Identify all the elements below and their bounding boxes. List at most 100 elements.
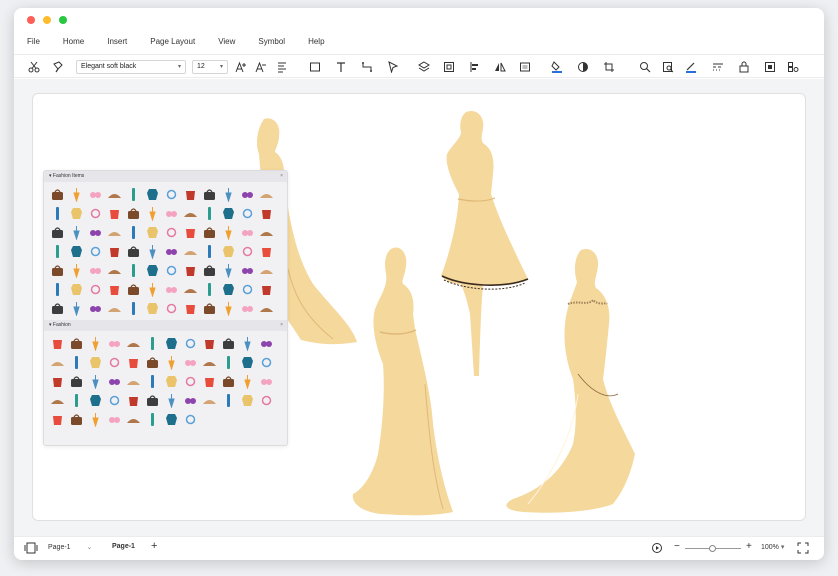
increase-font-icon[interactable]	[234, 60, 248, 74]
symbol-thumbnail[interactable]	[124, 242, 143, 261]
symbol-thumbnail[interactable]	[105, 372, 124, 391]
symbol-thumbnail[interactable]	[86, 334, 105, 353]
symbol-thumbnail[interactable]	[143, 299, 162, 318]
symbol-thumbnail[interactable]	[181, 242, 200, 261]
symbol-thumbnail[interactable]	[143, 353, 162, 372]
symbol-thumbnail[interactable]	[105, 261, 124, 280]
image-frame-icon[interactable]	[518, 60, 532, 74]
fullscreen-icon[interactable]	[797, 542, 809, 556]
symbol-thumbnail[interactable]	[67, 334, 86, 353]
symbol-thumbnail[interactable]	[200, 353, 219, 372]
symbol-thumbnail[interactable]	[219, 223, 238, 242]
symbol-thumbnail[interactable]	[200, 204, 219, 223]
symbol-thumbnail[interactable]	[124, 391, 143, 410]
symbol-thumbnail[interactable]	[124, 261, 143, 280]
close-icon[interactable]: ×	[280, 171, 283, 182]
panel-header-fashion[interactable]: ▾ Fashion ×	[44, 320, 287, 331]
symbol-thumbnail[interactable]	[181, 299, 200, 318]
symbol-thumbnail[interactable]	[86, 299, 105, 318]
symbol-thumbnail[interactable]	[86, 185, 105, 204]
symbol-thumbnail[interactable]	[219, 334, 238, 353]
menu-insert[interactable]: Insert	[107, 37, 127, 46]
add-page-button[interactable]: +	[151, 540, 157, 552]
group-icon[interactable]	[442, 60, 456, 74]
symbol-thumbnail[interactable]	[143, 242, 162, 261]
more-tools-icon[interactable]	[786, 60, 800, 74]
symbol-thumbnail[interactable]	[143, 372, 162, 391]
symbol-thumbnail[interactable]	[124, 353, 143, 372]
symbol-thumbnail[interactable]	[257, 223, 276, 242]
symbol-thumbnail[interactable]	[238, 299, 257, 318]
symbol-thumbnail[interactable]	[67, 410, 86, 429]
drawing-page[interactable]: ▾ Fashion Items × ▾ Fashion ×	[32, 93, 806, 521]
symbol-thumbnail[interactable]	[105, 223, 124, 242]
symbol-thumbnail[interactable]	[143, 223, 162, 242]
canvas-area[interactable]: ▾ Fashion Items × ▾ Fashion ×	[14, 79, 824, 536]
symbol-thumbnail[interactable]	[105, 204, 124, 223]
symbol-thumbnail[interactable]	[48, 185, 67, 204]
symbol-thumbnail[interactable]	[181, 261, 200, 280]
menu-file[interactable]: File	[27, 37, 40, 46]
symbol-thumbnail[interactable]	[162, 280, 181, 299]
zoom-level[interactable]: 100% ▾	[761, 543, 784, 551]
symbol-thumbnail[interactable]	[200, 280, 219, 299]
symbol-thumbnail[interactable]	[219, 185, 238, 204]
close-window-button[interactable]	[27, 16, 35, 24]
symbol-thumbnail[interactable]	[48, 353, 67, 372]
symbol-thumbnail[interactable]	[67, 261, 86, 280]
symbol-thumbnail[interactable]	[200, 299, 219, 318]
symbol-thumbnail[interactable]	[86, 410, 105, 429]
symbol-thumbnail[interactable]	[86, 372, 105, 391]
symbol-thumbnail[interactable]	[48, 223, 67, 242]
symbol-thumbnail[interactable]	[238, 261, 257, 280]
symbol-thumbnail[interactable]	[200, 391, 219, 410]
text-tool-icon[interactable]	[334, 60, 348, 74]
symbol-thumbnail[interactable]	[105, 242, 124, 261]
symbol-thumbnail[interactable]	[162, 410, 181, 429]
symbol-thumbnail[interactable]	[48, 372, 67, 391]
symbol-thumbnail[interactable]	[48, 204, 67, 223]
symbol-thumbnail[interactable]	[162, 261, 181, 280]
symbol-thumbnail[interactable]	[257, 391, 276, 410]
zoom-in-button[interactable]: +	[746, 541, 752, 552]
symbol-thumbnail[interactable]	[219, 391, 238, 410]
decrease-font-icon[interactable]	[254, 60, 268, 74]
play-icon[interactable]	[651, 542, 663, 556]
lock-icon[interactable]	[737, 60, 751, 74]
symbol-thumbnail[interactable]	[143, 280, 162, 299]
symbol-thumbnail[interactable]	[162, 185, 181, 204]
menu-page-layout[interactable]: Page Layout	[150, 37, 195, 46]
symbol-thumbnail[interactable]	[105, 353, 124, 372]
line-color-icon[interactable]	[684, 60, 698, 74]
find-replace-icon[interactable]	[661, 60, 675, 74]
align-left-icon[interactable]	[468, 60, 482, 74]
close-icon[interactable]: ×	[280, 320, 283, 331]
symbol-thumbnail[interactable]	[105, 391, 124, 410]
symbol-thumbnail[interactable]	[257, 261, 276, 280]
symbol-thumbnail[interactable]	[238, 223, 257, 242]
symbol-thumbnail[interactable]	[48, 261, 67, 280]
symbol-thumbnail[interactable]	[200, 185, 219, 204]
symbol-thumbnail[interactable]	[181, 353, 200, 372]
dress-figure-4[interactable]	[506, 248, 635, 513]
symbol-thumbnail[interactable]	[124, 372, 143, 391]
symbol-thumbnail[interactable]	[67, 299, 86, 318]
symbol-thumbnail[interactable]	[219, 204, 238, 223]
symbol-thumbnail[interactable]	[143, 261, 162, 280]
symbol-thumbnail[interactable]	[238, 280, 257, 299]
symbol-thumbnail[interactable]	[238, 353, 257, 372]
symbol-thumbnail[interactable]	[86, 353, 105, 372]
symbol-thumbnail[interactable]	[86, 280, 105, 299]
symbol-thumbnail[interactable]	[162, 353, 181, 372]
symbol-thumbnail[interactable]	[86, 204, 105, 223]
symbol-thumbnail[interactable]	[257, 242, 276, 261]
symbol-thumbnail[interactable]	[143, 204, 162, 223]
symbol-thumbnail[interactable]	[124, 334, 143, 353]
symbol-thumbnail[interactable]	[257, 185, 276, 204]
symbol-thumbnail[interactable]	[67, 242, 86, 261]
symbol-thumbnail[interactable]	[67, 185, 86, 204]
page-view-icon[interactable]	[24, 542, 38, 556]
symbol-thumbnail[interactable]	[200, 261, 219, 280]
symbol-thumbnail[interactable]	[48, 410, 67, 429]
symbol-thumbnail[interactable]	[181, 391, 200, 410]
